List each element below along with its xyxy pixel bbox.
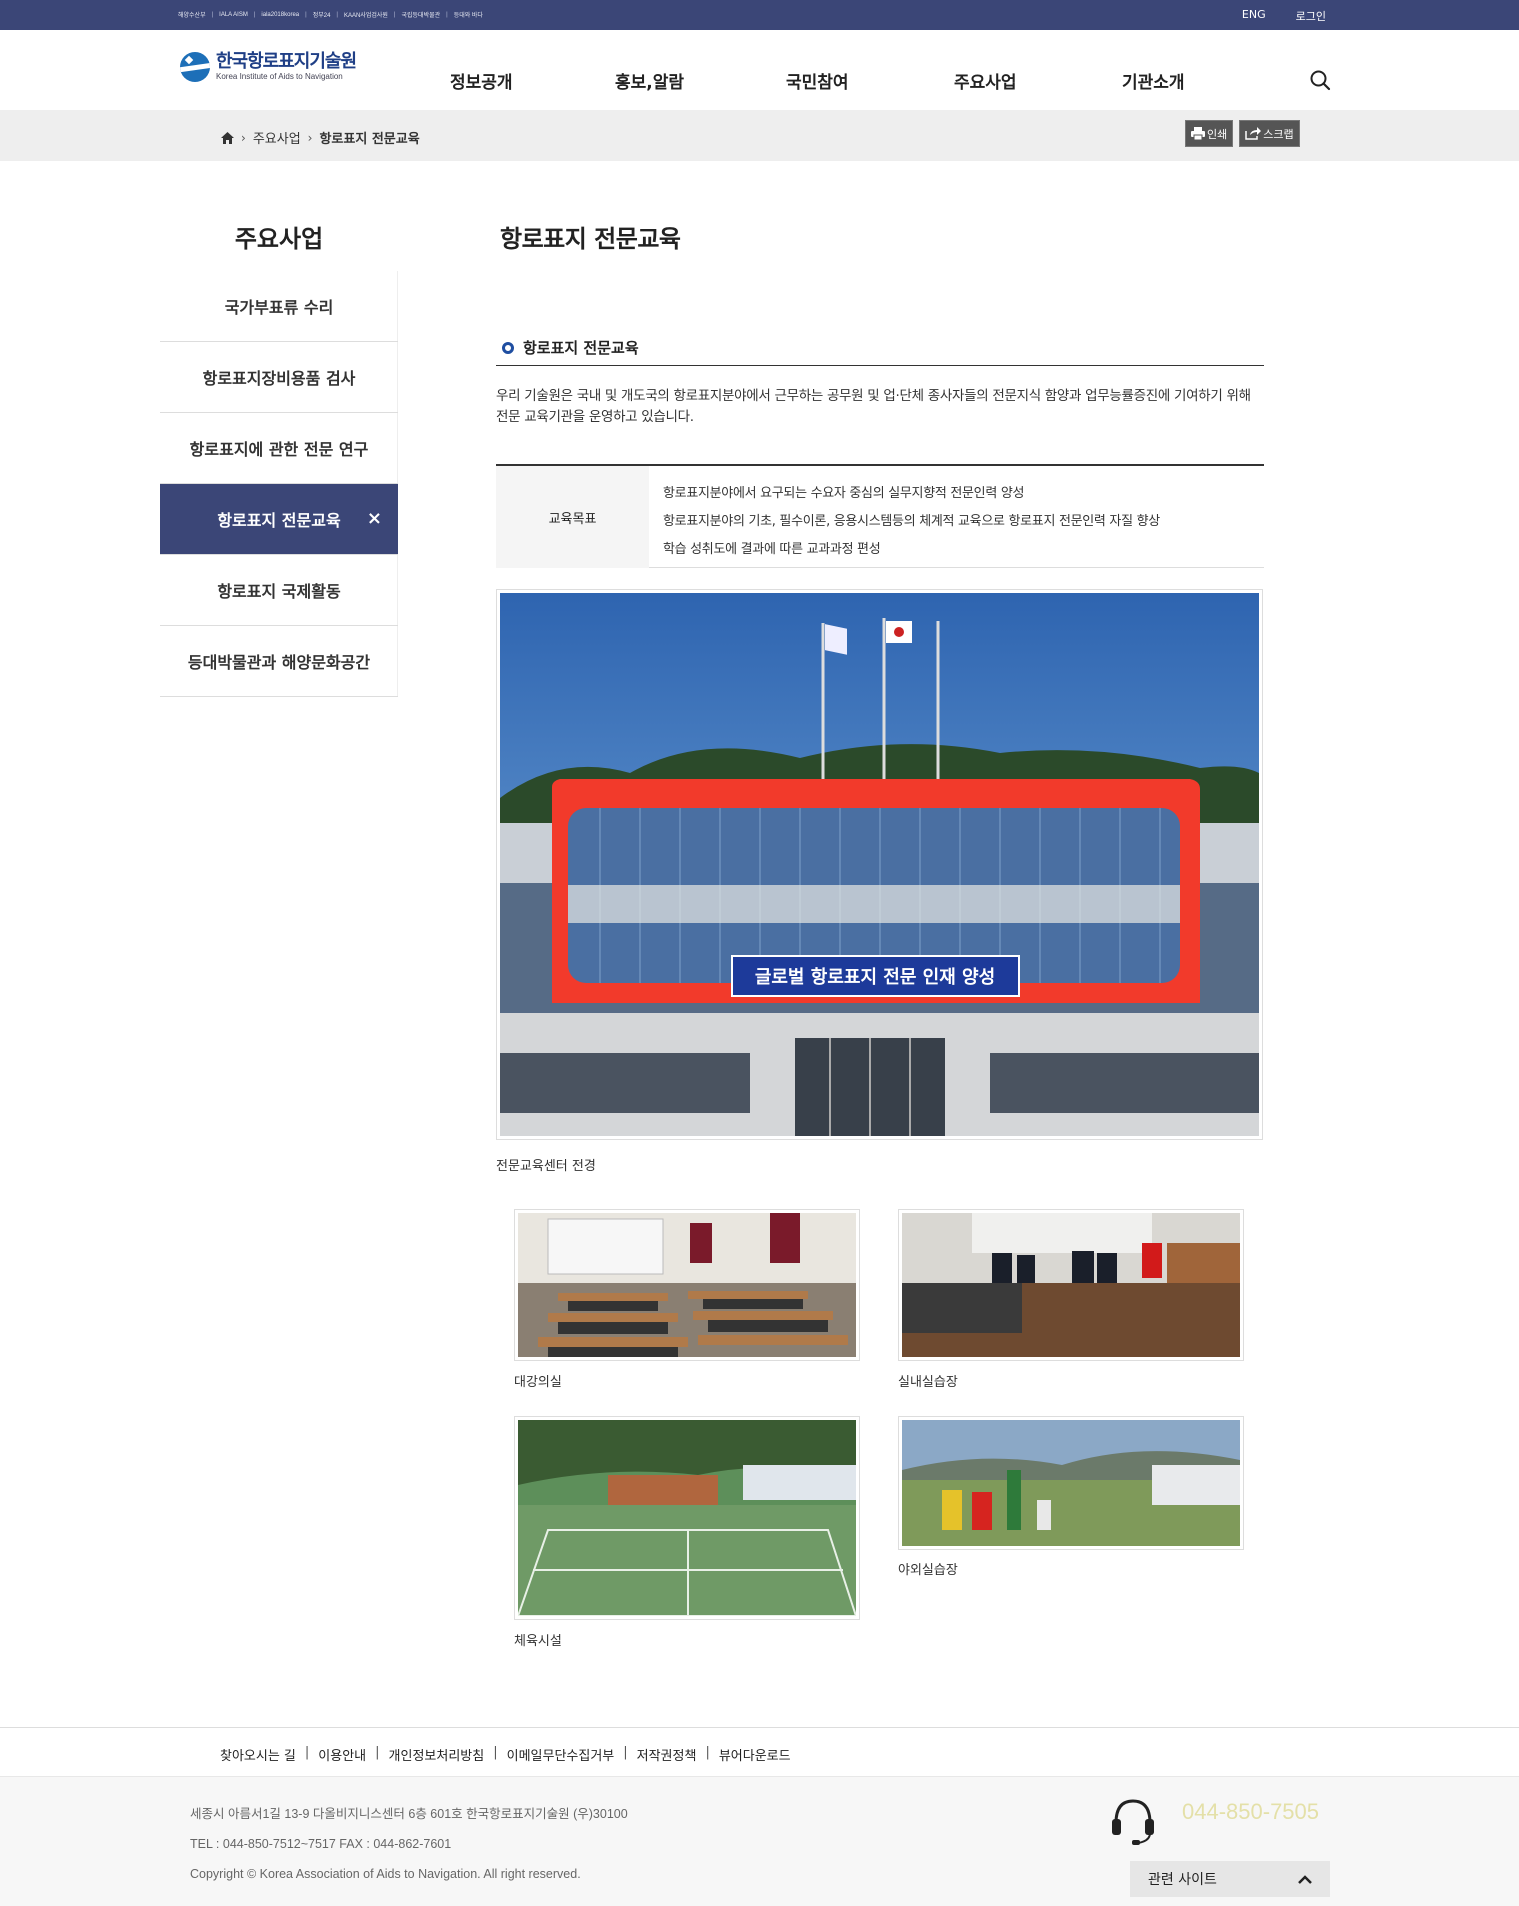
photo-caption: 체육시설 — [514, 1634, 562, 1649]
page-title: 항로표지 전문교육 — [500, 225, 681, 253]
footer-link-copyright[interactable]: 저작권정책 — [637, 1745, 697, 1764]
sports-facility-photo — [514, 1416, 860, 1620]
photo-caption: 실내실습장 — [898, 1375, 958, 1390]
separator: | — [623, 1745, 628, 1760]
lnb-item-buoy-repair[interactable]: 국가부표류 수리 — [160, 271, 398, 342]
headset-icon — [1112, 1799, 1154, 1845]
print-label: 인쇄 — [1207, 127, 1228, 141]
breadcrumb-current: 항로표지 전문교육 — [319, 132, 420, 147]
chevron-right-icon: › — [241, 130, 246, 145]
photo-caption: 전문교육센터 전경 — [496, 1159, 596, 1174]
chevron-up-icon — [1298, 1874, 1312, 1884]
lnb-item-equipment-inspection[interactable]: 항로표지장비용품 검사 — [160, 342, 398, 413]
separator: | — [211, 11, 214, 18]
site-header: 한국항로표지기술원 Korea Institute of Aids to Nav… — [0, 30, 1519, 110]
scrap-button[interactable]: 스크랩 — [1239, 120, 1300, 147]
family-link[interactable]: iala2018korea — [261, 12, 299, 18]
eng-link[interactable]: ENG — [1242, 8, 1266, 24]
family-link[interactable]: 국립등대박물관 — [401, 10, 440, 19]
breadcrumb: › 주요사업 › 항로표지 전문교육 — [221, 128, 420, 147]
share-icon — [1245, 127, 1262, 140]
close-icon[interactable]: × — [367, 508, 382, 529]
intro-paragraph: 우리 기술원은 국내 및 개도국의 항로표지분야에서 근무하는 공무원 및 업·… — [496, 388, 1251, 425]
breadcrumb-item[interactable]: 주요사업 — [253, 128, 301, 147]
scrap-label: 스크랩 — [1263, 127, 1294, 141]
building-banner: 글로벌 항로표지 전문 인재 양성 — [755, 967, 995, 988]
footer-links-bar: 찾아오시는 길 | 이용안내 | 개인정보처리방침 | 이메일무단수집거부 | 저작권정… — [0, 1727, 1519, 1777]
main-building-photo: 글로벌 항로표지 전문 인재 양성 — [496, 589, 1263, 1140]
education-goal-table: 교육목표 항로표지분야에서 요구되는 수요자 중심의 실무지향적 전문인력 양성… — [496, 464, 1264, 568]
goal-item: 항로표지분야의 기초, 필수이론, 응용시스템등의 체계적 교육으로 항로표지 … — [663, 514, 1160, 529]
footer-link-email-policy[interactable]: 이메일무단수집거부 — [507, 1745, 615, 1764]
lnb-item-research[interactable]: 항로표지에 관한 전문 연구 — [160, 413, 398, 484]
footer-address: 세종시 아름서1길 13-9 다올비지니스센터 6층 601호 한국항로표지기술… — [190, 1807, 628, 1821]
footer-phone: 044-850-7505 — [1182, 1799, 1320, 1824]
gnb-item-business[interactable]: 주요사업 — [954, 68, 1017, 93]
chevron-right-icon: › — [307, 130, 313, 145]
top-utility-bar: 해양수산부 | IALA AISM | iala2018korea | 정부24 | K… — [0, 0, 1519, 30]
separator: | — [493, 1745, 498, 1760]
indoor-lab-photo — [898, 1209, 1244, 1361]
separator: | — [393, 11, 396, 18]
home-icon[interactable] — [221, 131, 234, 144]
family-link[interactable]: KAAN사업검사원 — [344, 10, 388, 19]
circle-bullet-icon — [502, 341, 514, 354]
related-sites-select[interactable]: 관련 사이트 — [1130, 1861, 1330, 1897]
separator: | — [705, 1745, 710, 1760]
logo-english-name: Korea Institute of Aids to Navigation — [216, 72, 343, 81]
separator: | — [446, 11, 448, 18]
print-button[interactable]: 인쇄 — [1185, 120, 1234, 147]
photo-caption: 대강의실 — [514, 1375, 562, 1390]
related-sites-label: 관련 사이트 — [1148, 1872, 1217, 1888]
separator: | — [253, 11, 256, 18]
divider — [496, 365, 1264, 366]
separator: | — [336, 11, 338, 18]
outdoor-lab-photo — [898, 1416, 1244, 1550]
footer-link-directions[interactable]: 찾아오시는 길 — [220, 1745, 296, 1764]
site-footer: 세종시 아름서1길 13-9 다올비지니스센터 6층 601호 한국항로표지기술… — [0, 1777, 1519, 1906]
photo-caption: 야외실습장 — [898, 1563, 958, 1578]
family-link[interactable]: 등대와 바다 — [454, 10, 483, 19]
lecture-room-photo — [514, 1209, 860, 1361]
footer-link-viewer[interactable]: 뷰어다운로드 — [719, 1745, 791, 1764]
goal-header: 교육목표 — [496, 466, 649, 568]
login-link[interactable]: 로그인 — [1296, 8, 1326, 24]
footer-tel: TEL : 044-850-7512~7517 FAX : 044-862-76… — [190, 1837, 452, 1851]
gnb-item-participation[interactable]: 국민참여 — [786, 68, 849, 93]
footer-link-privacy[interactable]: 개인정보처리방침 — [389, 1745, 485, 1764]
site-logo[interactable]: 한국항로표지기술원 Korea Institute of Aids to Nav… — [180, 51, 357, 82]
lnb-item-museum[interactable]: 등대박물관과 해양문화공간 — [160, 626, 398, 697]
gnb-item-pr[interactable]: 홍보,알람 — [615, 68, 684, 93]
gnb-item-about[interactable]: 기관소개 — [1122, 68, 1185, 93]
separator: | — [305, 11, 307, 18]
lnb-item-label: 항로표지 전문교육 — [217, 511, 341, 530]
section-title-text: 항로표지 전문교육 — [523, 339, 639, 357]
section-title: 항로표지 전문교육 — [502, 337, 1264, 358]
side-nav: 국가부표류 수리 항로표지장비용품 검사 항로표지에 관한 전문 연구 항로표지… — [160, 271, 398, 697]
gnb-item-info[interactable]: 정보공개 — [450, 68, 513, 93]
footer-link-guide[interactable]: 이용안내 — [318, 1745, 366, 1764]
lnb-item-international[interactable]: 항로표지 국제활동 — [160, 555, 398, 626]
lnb-title: 주요사업 — [234, 225, 324, 253]
goal-item: 항로표지분야에서 요구되는 수요자 중심의 실무지향적 전문인력 양성 — [663, 486, 1025, 501]
breadcrumb-bar: › 주요사업 › 항로표지 전문교육 인쇄 스크랩 — [0, 110, 1519, 161]
separator: | — [375, 1745, 380, 1760]
separator: | — [304, 1745, 310, 1760]
logo-korean-name: 한국항로표지기술원 — [216, 51, 357, 72]
family-link[interactable]: 해양수산부 — [178, 10, 206, 19]
goal-item: 학습 성취도에 결과에 따른 교과과정 편성 — [663, 542, 881, 557]
lnb-item-education[interactable]: 항로표지 전문교육 × — [160, 484, 398, 555]
family-site-links: 해양수산부 | IALA AISM | iala2018korea | 정부24 | K… — [178, 10, 483, 20]
printer-icon — [1191, 127, 1205, 140]
logo-mark-icon — [180, 52, 210, 82]
search-icon[interactable] — [1309, 69, 1331, 91]
family-link[interactable]: 정부24 — [313, 10, 331, 19]
footer-copyright: Copyright © Korea Association of Aids to… — [190, 1867, 581, 1881]
family-link[interactable]: IALA AISM — [219, 12, 248, 18]
